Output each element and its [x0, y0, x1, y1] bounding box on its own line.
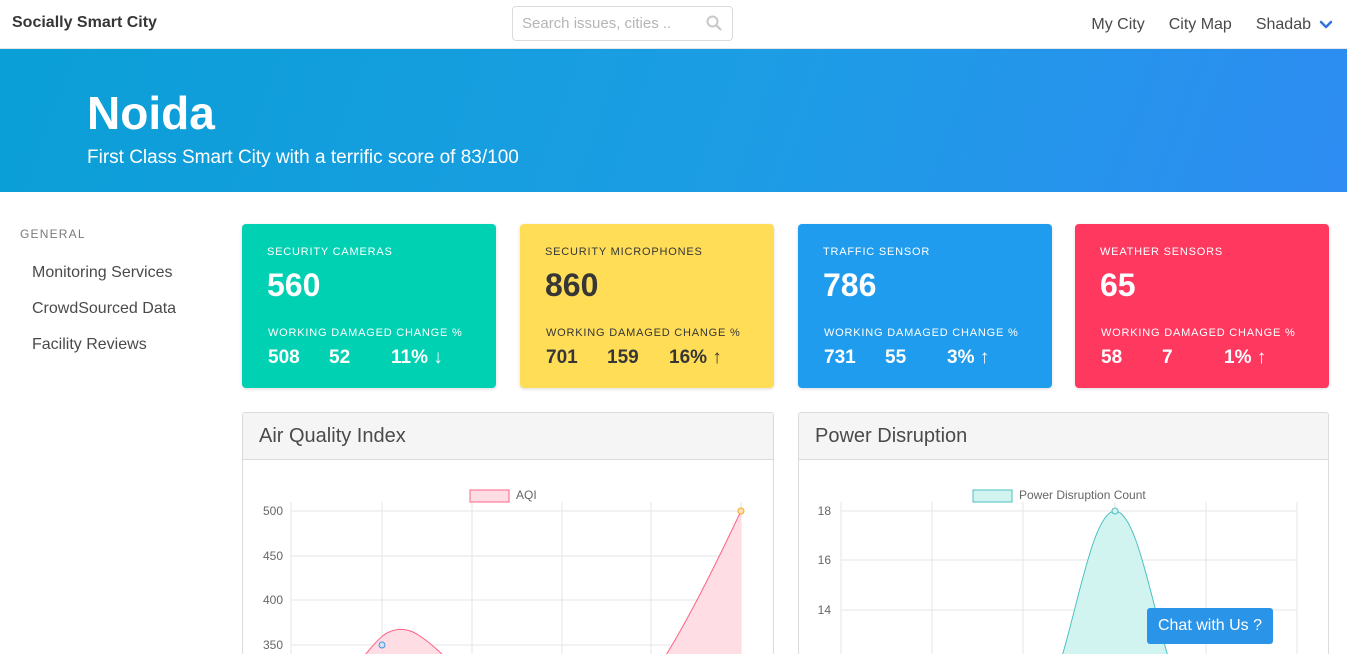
chat-with-us-button[interactable]: Chat with Us ?: [1147, 608, 1273, 644]
card-subhead: WORKING DAMAGED CHANGE %: [824, 327, 1019, 339]
legend-label-power: Power Disruption Count: [1019, 488, 1146, 502]
power-panel-title: Power Disruption: [799, 413, 1328, 460]
top-navbar: Socially Smart City My City City Map Sha…: [0, 0, 1347, 49]
card-change: 1% ↑: [1224, 347, 1267, 368]
hero-banner: Noida First Class Smart City with a terr…: [0, 49, 1347, 192]
aqi-data-point[interactable]: [737, 507, 745, 515]
card-damaged: 52: [329, 347, 351, 368]
stat-card-weather-sensors[interactable]: WEATHER SENSORS 65 WORKING DAMAGED CHANG…: [1075, 224, 1329, 388]
card-damaged: 55: [885, 347, 907, 368]
city-title: Noida: [87, 87, 215, 139]
card-subhead: WORKING DAMAGED CHANGE %: [546, 327, 741, 339]
card-value: 560: [267, 267, 321, 303]
legend-swatch-power: [972, 489, 1013, 503]
card-subhead: WORKING DAMAGED CHANGE %: [1101, 327, 1296, 339]
card-title: WEATHER SENSORS: [1100, 246, 1224, 258]
card-value: 65: [1100, 267, 1136, 303]
sidebar-label: GENERAL: [20, 227, 86, 241]
stat-card-security-microphones[interactable]: SECURITY MICROPHONES 860 WORKING DAMAGED…: [520, 224, 774, 388]
card-title: SECURITY CAMERAS: [267, 246, 393, 258]
stat-card-traffic-sensor[interactable]: TRAFFIC SENSOR 786 WORKING DAMAGED CHANG…: [798, 224, 1052, 388]
search-icon[interactable]: [706, 15, 722, 31]
aqi-area-fill: [666, 511, 741, 654]
card-working: 701: [546, 347, 578, 368]
y-tick-label: 500: [263, 504, 283, 518]
search-box: [512, 6, 733, 41]
search-input[interactable]: [513, 7, 703, 40]
sidebar-item-facility-reviews[interactable]: Facility Reviews: [32, 336, 147, 354]
power-data-point[interactable]: [1111, 507, 1119, 515]
card-change: 3% ↑: [947, 347, 990, 368]
y-tick-label: 400: [263, 593, 283, 607]
card-damaged: 7: [1162, 347, 1173, 368]
aqi-panel-title: Air Quality Index: [243, 413, 773, 460]
y-tick-label: 18: [818, 504, 832, 518]
card-working: 58: [1101, 347, 1123, 368]
nav-city-map[interactable]: City Map: [1169, 16, 1232, 34]
city-subtitle: First Class Smart City with a terrific s…: [87, 147, 519, 168]
card-damaged: 159: [607, 347, 639, 368]
card-title: SECURITY MICROPHONES: [545, 246, 703, 258]
y-tick-label: 450: [263, 549, 283, 563]
card-change: 11% ↓: [391, 347, 443, 368]
chevron-down-icon: [1319, 20, 1333, 28]
legend-swatch-aqi: [469, 489, 510, 503]
card-change: 16% ↑: [669, 347, 722, 368]
nav-links: My City City Map Shadab: [1067, 0, 1333, 49]
nav-my-city[interactable]: My City: [1091, 16, 1144, 34]
aqi-panel: Air Quality Index AQI 500 450 400 350: [242, 412, 774, 654]
y-tick-label: 350: [263, 638, 283, 652]
card-subhead: WORKING DAMAGED CHANGE %: [268, 327, 463, 339]
card-title: TRAFFIC SENSOR: [823, 246, 931, 258]
y-tick-label: 14: [818, 603, 832, 617]
card-working: 731: [824, 347, 856, 368]
brand-logo[interactable]: Socially Smart City: [12, 14, 157, 32]
aqi-data-point[interactable]: [378, 641, 386, 649]
aqi-chart: AQI 500 450 400 350: [263, 488, 745, 654]
card-value: 860: [545, 267, 599, 303]
card-working: 508: [268, 347, 300, 368]
user-name: Shadab: [1255, 15, 1311, 33]
user-menu[interactable]: Shadab: [1256, 16, 1333, 34]
sidebar-item-monitoring-services[interactable]: Monitoring Services: [32, 264, 173, 282]
card-value: 786: [823, 267, 877, 303]
legend-label-aqi: AQI: [516, 488, 537, 502]
sidebar-item-crowdsourced-data[interactable]: CrowdSourced Data: [32, 300, 176, 318]
aqi-area-fill: [365, 629, 442, 654]
stat-card-security-cameras[interactable]: SECURITY CAMERAS 560 WORKING DAMAGED CHA…: [242, 224, 496, 388]
y-tick-label: 16: [818, 553, 832, 567]
